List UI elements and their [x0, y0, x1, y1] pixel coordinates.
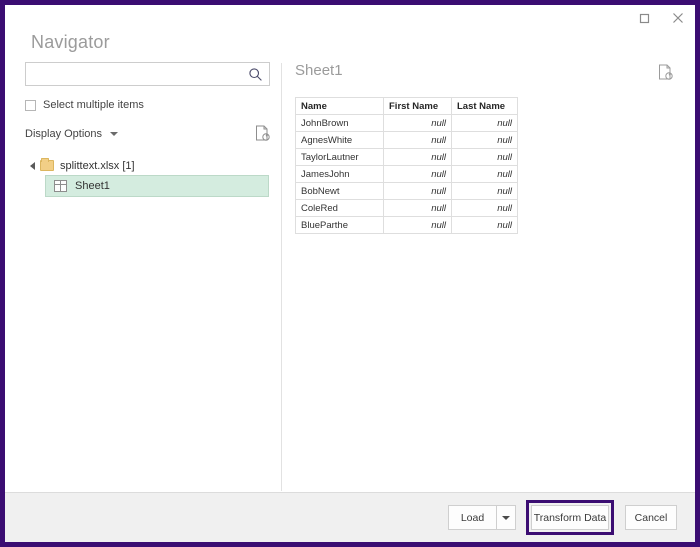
cell-first-name: null	[383, 182, 452, 200]
page-title: Navigator	[31, 32, 110, 52]
left-pane: Select multiple items Display Options sp…	[25, 62, 275, 197]
select-multiple-items-row[interactable]: Select multiple items	[25, 97, 275, 113]
table-row: JamesJohn null null	[295, 165, 518, 183]
chevron-down-icon	[502, 515, 510, 520]
table-row: TaylorLautner null null	[295, 148, 518, 166]
expand-collapse-toggle-icon[interactable]	[27, 161, 38, 170]
title-bar	[5, 5, 695, 33]
cell-last-name: null	[451, 148, 518, 166]
cell-name: AgnesWhite	[295, 131, 384, 149]
table-header-row: Name First Name Last Name	[295, 97, 518, 115]
table-row: BlueParthe null null	[295, 216, 518, 234]
cell-last-name: null	[451, 182, 518, 200]
select-multiple-items-checkbox[interactable]	[25, 99, 36, 111]
search-box[interactable]	[25, 62, 270, 86]
refresh-page-icon[interactable]	[255, 125, 270, 142]
close-button[interactable]	[661, 5, 695, 31]
pane-divider	[281, 63, 282, 491]
folder-icon	[40, 158, 54, 171]
cell-last-name: null	[451, 165, 518, 183]
tree-root-splittext[interactable]: splittext.xlsx [1]	[25, 156, 270, 175]
chevron-down-icon[interactable]	[110, 131, 119, 136]
preview-table: Name First Name Last Name JohnBrown null…	[295, 97, 518, 234]
cell-name: BobNewt	[295, 182, 384, 200]
cell-last-name: null	[451, 114, 518, 132]
navigator-tree: splittext.xlsx [1] Sheet1	[25, 156, 270, 197]
cell-first-name: null	[383, 165, 452, 183]
table-row: ColeRed null null	[295, 199, 518, 217]
cell-name: JohnBrown	[295, 114, 384, 132]
preview-title: Sheet1	[295, 62, 343, 79]
cell-first-name: null	[383, 148, 452, 166]
search-input[interactable]	[32, 63, 247, 85]
navigator-dialog: Navigator Select multiple items Display …	[0, 0, 700, 547]
maximize-button[interactable]	[627, 5, 661, 31]
worksheet-icon	[54, 180, 67, 192]
cell-name: BlueParthe	[295, 216, 384, 234]
cancel-button[interactable]: Cancel	[625, 505, 677, 530]
cell-name: JamesJohn	[295, 165, 384, 183]
cell-last-name: null	[451, 199, 518, 217]
maximize-icon	[639, 13, 650, 24]
column-header-name[interactable]: Name	[295, 97, 384, 115]
cell-last-name: null	[451, 216, 518, 234]
cell-first-name: null	[383, 131, 452, 149]
column-header-last-name[interactable]: Last Name	[451, 97, 518, 115]
table-row: BobNewt null null	[295, 182, 518, 200]
transform-data-highlight: Transform Data	[526, 500, 614, 535]
transform-data-button[interactable]: Transform Data	[531, 505, 609, 530]
display-options-label[interactable]: Display Options	[25, 128, 102, 140]
tree-root-label: splittext.xlsx [1]	[60, 159, 135, 172]
cell-last-name: null	[451, 131, 518, 149]
load-dropdown-button[interactable]	[496, 505, 516, 530]
tree-item-sheet1[interactable]: Sheet1	[45, 175, 269, 197]
tree-item-sheet1-label: Sheet1	[75, 180, 110, 192]
load-button-group: Load	[448, 505, 516, 530]
dialog-footer: Load Transform Data Cancel	[5, 492, 695, 542]
cell-name: ColeRed	[295, 199, 384, 217]
preview-header: Sheet1	[295, 62, 673, 81]
cell-first-name: null	[383, 199, 452, 217]
cell-name: TaylorLautner	[295, 148, 384, 166]
table-row: AgnesWhite null null	[295, 131, 518, 149]
search-icon[interactable]	[248, 67, 263, 82]
select-multiple-items-label: Select multiple items	[43, 99, 144, 111]
preview-pane: Sheet1 Name First Name Last Name JohnBro…	[295, 62, 675, 234]
refresh-page-icon[interactable]	[658, 64, 673, 81]
display-options-row: Display Options	[25, 125, 270, 142]
column-header-first-name[interactable]: First Name	[383, 97, 452, 115]
cell-first-name: null	[383, 216, 452, 234]
close-icon	[672, 12, 684, 24]
load-button[interactable]: Load	[448, 505, 496, 530]
cell-first-name: null	[383, 114, 452, 132]
table-row: JohnBrown null null	[295, 114, 518, 132]
